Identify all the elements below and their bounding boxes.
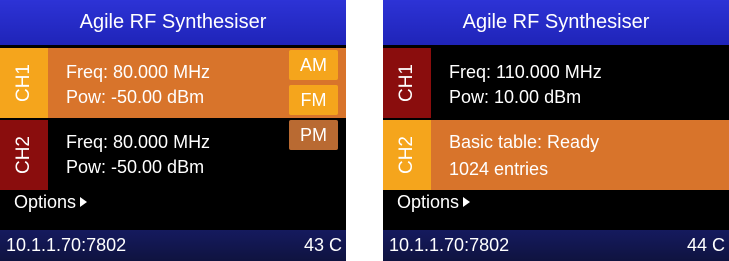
channel-1-row[interactable]: CH1 Freq: 110.000 MHz Pow: 10.00 dBm bbox=[383, 48, 729, 118]
am-button[interactable]: AM bbox=[289, 50, 338, 80]
options-menu[interactable]: Options bbox=[14, 190, 88, 214]
pm-button[interactable]: PM bbox=[289, 120, 338, 150]
temperature: 44 C bbox=[686, 235, 725, 255]
options-label: Options bbox=[397, 192, 460, 212]
title-bar: Agile RF Synthesiser bbox=[0, 0, 346, 45]
left-screen: Agile RF Synthesiser CH1 Freq: 80.000 MH… bbox=[0, 0, 346, 261]
channel-1-label: CH1 bbox=[13, 63, 34, 103]
channel-1-frequency: Freq: 110.000 MHz bbox=[449, 62, 602, 82]
right-screen: Agile RF Synthesiser CH1 Freq: 110.000 M… bbox=[383, 0, 729, 261]
title-bar: Agile RF Synthesiser bbox=[383, 0, 729, 45]
status-bar: 10.1.1.70:7802 43 C bbox=[0, 230, 346, 261]
table-status: Basic table: Ready bbox=[449, 132, 600, 152]
options-menu[interactable]: Options bbox=[397, 190, 471, 214]
channel-2-label: CH2 bbox=[396, 135, 417, 175]
temperature: 43 C bbox=[303, 235, 342, 255]
status-bar: 10.1.1.70:7802 44 C bbox=[383, 230, 729, 261]
table-entries: 1024 entries bbox=[449, 159, 549, 179]
ip-address: 10.1.1.70:7802 bbox=[6, 235, 127, 255]
channel-2-row[interactable]: CH2 Basic table: Ready 1024 entries bbox=[383, 120, 729, 190]
channel-2-power: Pow: -50.00 dBm bbox=[66, 157, 205, 177]
ip-address: 10.1.1.70:7802 bbox=[389, 235, 510, 255]
channel-2-tab[interactable]: CH2 bbox=[383, 120, 431, 190]
triangle-right-icon bbox=[463, 197, 471, 207]
channel-1-tab[interactable]: CH1 bbox=[0, 48, 48, 118]
options-label: Options bbox=[14, 192, 77, 212]
channel-1-frequency: Freq: 80.000 MHz bbox=[66, 62, 211, 82]
channel-1-power: Pow: 10.00 dBm bbox=[449, 87, 582, 107]
triangle-right-icon bbox=[80, 197, 88, 207]
channel-2-tab[interactable]: CH2 bbox=[0, 120, 48, 190]
channel-1-power: Pow: -50.00 dBm bbox=[66, 87, 205, 107]
channel-1-label: CH1 bbox=[396, 63, 417, 103]
channel-1-tab[interactable]: CH1 bbox=[383, 48, 431, 118]
channel-2-frequency: Freq: 80.000 MHz bbox=[66, 132, 211, 152]
fm-button[interactable]: FM bbox=[289, 85, 338, 115]
channel-2-label: CH2 bbox=[13, 135, 34, 175]
